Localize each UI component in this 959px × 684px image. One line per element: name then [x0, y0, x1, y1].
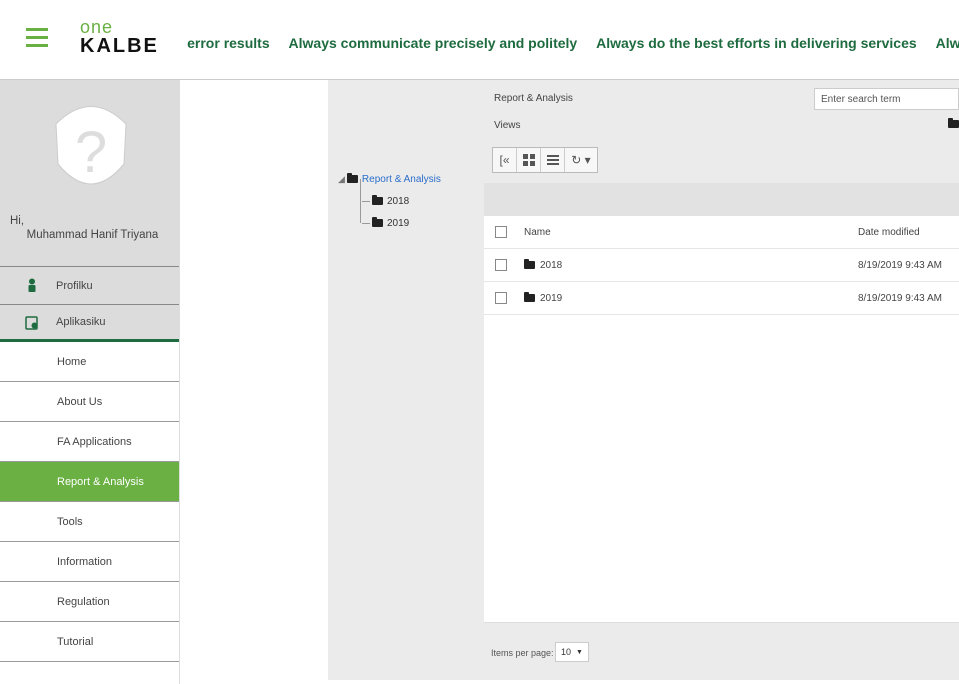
table-row[interactable]: 2019 8/19/2019 9:43 AM — [484, 282, 959, 315]
kalbe-logo[interactable]: one KALBE — [80, 18, 159, 56]
row-name-label: 2019 — [540, 292, 563, 304]
pagination-bar: Items per page: 10 ▼ — [484, 622, 959, 680]
tree-branch — [362, 222, 370, 224]
logo-one-text: one — [80, 17, 114, 37]
tree-node-label: 2019 — [387, 217, 410, 229]
marquee-banner: d zero error results Always communicate … — [184, 35, 959, 57]
top-header: one KALBE d zero error results Always co… — [0, 0, 959, 80]
row-name[interactable]: 2018 — [524, 259, 563, 271]
views-label: Views — [494, 120, 521, 131]
sidebar-item-regulation[interactable]: Regulation — [0, 582, 179, 622]
table-toolbar-strip — [484, 183, 959, 216]
list-view-icon[interactable] — [541, 148, 565, 172]
row-checkbox[interactable] — [495, 259, 507, 271]
grid-view-icon[interactable] — [517, 148, 541, 172]
sidebar-item-tools[interactable]: Tools — [0, 502, 179, 542]
tree-node-label: Report & Analysis — [361, 173, 441, 185]
tree-node-2018[interactable]: 2018 — [338, 190, 441, 212]
row-date: 8/19/2019 9:43 AM — [858, 292, 942, 304]
search-input[interactable] — [814, 88, 959, 110]
avatar-placeholder-icon: ? — [55, 106, 127, 185]
row-name-label: 2018 — [540, 259, 563, 271]
folder-icon — [372, 195, 383, 205]
table-row[interactable]: 2018 8/19/2019 9:43 AM — [484, 249, 959, 282]
sidebar-section-label: Aplikasiku — [56, 316, 106, 328]
row-name[interactable]: 2019 — [524, 292, 563, 304]
greeting: Hi, Muhammad Hanif Triyana — [10, 214, 175, 242]
items-per-page-select[interactable]: 10 ▼ — [555, 642, 589, 662]
sidebar-item-tutorial[interactable]: Tutorial — [0, 622, 179, 662]
sidebar-section-aplikasiku[interactable]: Aplikasiku — [0, 304, 179, 342]
folder-tree: ◢ Report & Analysis 2018 2019 — [338, 168, 441, 234]
folder-icon — [346, 173, 358, 183]
sidebar-item-information[interactable]: Information — [0, 542, 179, 582]
tree-node-root[interactable]: ◢ Report & Analysis — [338, 168, 441, 190]
items-per-page-value: 10 — [561, 647, 572, 657]
select-all-checkbox[interactable] — [495, 226, 507, 238]
profile-panel: ? Hi, Muhammad Hanif Triyana — [0, 80, 179, 266]
folder-icon — [524, 259, 535, 269]
row-checkbox[interactable] — [495, 292, 507, 304]
greeting-hi: Hi, — [10, 215, 25, 227]
app-settings-icon — [25, 316, 38, 330]
person-icon — [28, 278, 36, 292]
column-header-name[interactable]: Name — [524, 227, 551, 238]
file-table: Name Date modified 2018 8/19/2019 9:43 A… — [484, 216, 959, 315]
sidebar-item-fa-applications[interactable]: FA Applications — [0, 422, 179, 462]
sidebar-item-about-us[interactable]: About Us — [0, 382, 179, 422]
table-header: Name Date modified — [484, 216, 959, 249]
folder-tree-panel: ◢ Report & Analysis 2018 2019 — [328, 80, 484, 680]
refresh-dropdown-icon[interactable]: ↻ ▾ — [565, 148, 597, 172]
hamburger-menu-icon[interactable] — [26, 28, 48, 47]
file-browser: Report & Analysis Views [« ↻ ▾ Name Date… — [484, 80, 959, 680]
column-header-date[interactable]: Date modified — [858, 227, 920, 238]
tree-node-label: 2018 — [387, 195, 410, 207]
collapse-pane-icon[interactable]: [« — [493, 148, 517, 172]
file-toolbar: Report & Analysis Views [« ↻ ▾ — [484, 80, 959, 183]
items-per-page-label: Items per page: — [491, 648, 554, 658]
tree-node-2019[interactable]: 2019 — [338, 212, 441, 234]
tree-expand-icon[interactable]: ◢ — [338, 174, 345, 185]
sidebar-section-label: Profilku — [56, 279, 93, 292]
folder-icon — [524, 292, 535, 302]
folder-icon — [372, 217, 383, 227]
sidebar-item-home[interactable]: Home — [0, 342, 179, 382]
marquee-text: d zero error results Always communicate … — [184, 35, 959, 51]
user-name: Muhammad Hanif Triyana — [26, 229, 159, 241]
tree-branch — [362, 200, 370, 202]
svg-text:?: ? — [75, 120, 107, 185]
row-date: 8/19/2019 9:43 AM — [858, 259, 942, 271]
folder-icon[interactable] — [948, 118, 959, 128]
view-mode-buttons: [« ↻ ▾ — [492, 147, 598, 173]
logo-kalbe-text: KALBE — [80, 35, 159, 57]
breadcrumb[interactable]: Report & Analysis — [494, 93, 573, 104]
sidebar: ? Hi, Muhammad Hanif Triyana Profilku Ap… — [0, 80, 180, 684]
sidebar-section-profilku[interactable]: Profilku — [0, 266, 179, 304]
chevron-down-icon: ▼ — [576, 648, 583, 656]
sidebar-item-report-analysis[interactable]: Report & Analysis — [0, 462, 179, 502]
